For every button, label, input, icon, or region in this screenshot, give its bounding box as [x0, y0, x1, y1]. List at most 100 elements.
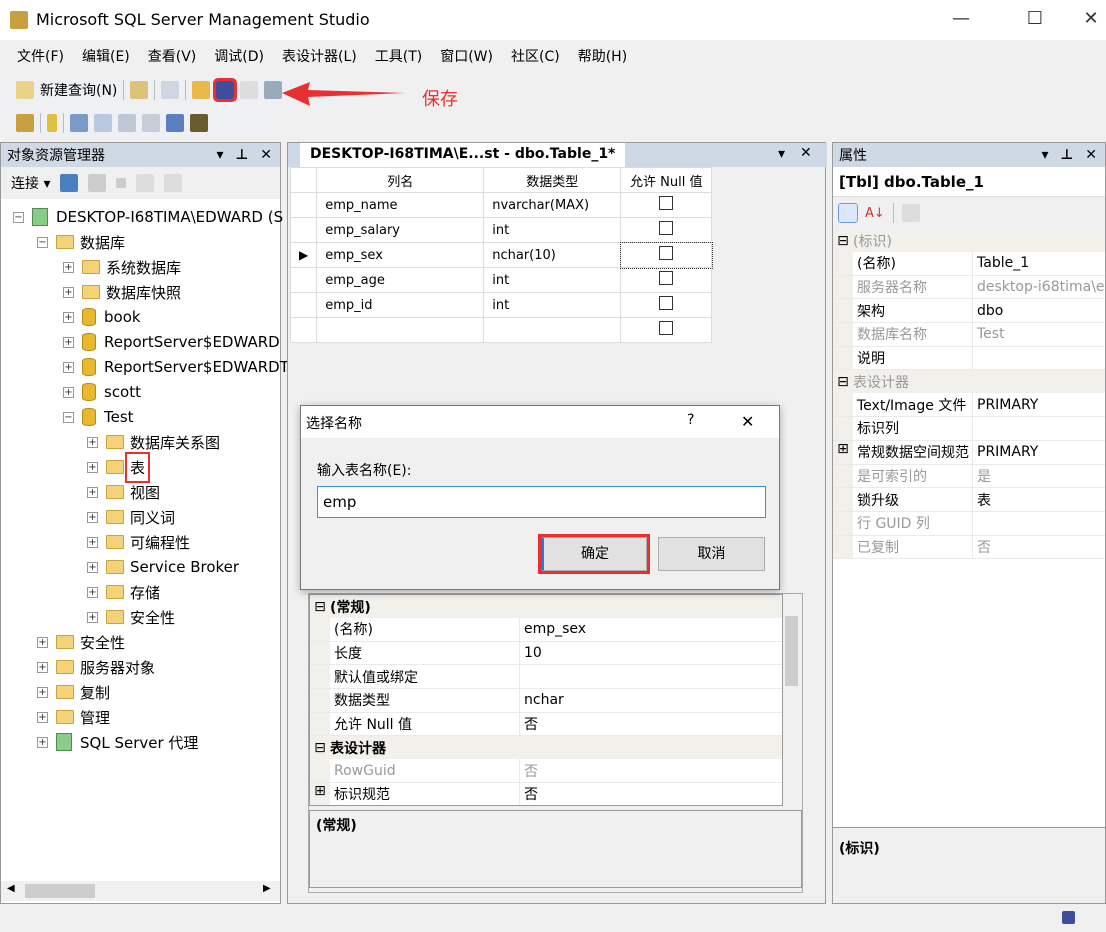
filter-icon[interactable] [136, 174, 155, 192]
expand-icon[interactable]: + [87, 611, 98, 623]
data-type-cell[interactable]: int [483, 217, 622, 243]
property-row[interactable]: 已复制否 [833, 535, 1105, 560]
collapse-icon[interactable]: − [63, 411, 74, 423]
stop-icon[interactable] [116, 178, 127, 188]
tree-node[interactable]: + 复制 [37, 680, 110, 704]
tree-node[interactable]: − Test [63, 405, 134, 429]
tree-node[interactable]: + SQL Server 代理 [37, 730, 198, 754]
tree-node[interactable]: + 存储 [87, 580, 160, 604]
property-pages-icon[interactable] [901, 204, 920, 222]
property-value[interactable]: 否 [520, 759, 538, 782]
tree-node[interactable]: + 管理 [37, 705, 110, 729]
property-value[interactable]: 否 [520, 783, 538, 805]
expand-icon[interactable]: + [37, 636, 48, 648]
property-value[interactable]: desktop-i68tima\e [973, 276, 1105, 299]
menu-item[interactable]: 帮助(H) [569, 40, 636, 72]
property-row[interactable]: 数据库名称 Test [833, 323, 1105, 347]
property-row[interactable]: ⊞ 标识规范否 [310, 783, 782, 805]
column-name-cell[interactable]: emp_age [316, 267, 485, 293]
expand-icon[interactable]: + [63, 286, 74, 298]
alphabetical-icon[interactable]: A↓ [865, 206, 885, 221]
expand-icon[interactable]: + [63, 261, 74, 273]
property-value[interactable]: 否 [973, 536, 991, 559]
tree-node[interactable]: + 系统数据库 [63, 255, 181, 279]
data-type-cell[interactable] [483, 317, 622, 343]
menu-item[interactable]: 编辑(E) [73, 40, 139, 72]
expand-icon[interactable]: + [87, 436, 98, 448]
column-name-cell[interactable]: emp_salary [316, 217, 485, 243]
horizontal-scrollbar[interactable]: ◀ ▶ [1, 881, 280, 901]
property-value[interactable]: dbo [973, 299, 1003, 322]
minimize-button[interactable]: — [946, 8, 976, 29]
property-value[interactable]: 是 [973, 465, 991, 488]
property-row[interactable]: 是可索引的是 [833, 464, 1105, 489]
tab-dropdown-icon[interactable]: ▾ [778, 146, 785, 162]
refresh-icon[interactable] [164, 174, 183, 192]
property-row[interactable]: ⊞ 常规数据空间规范 PRIMARY [833, 440, 1105, 465]
expand-icon[interactable]: + [37, 711, 48, 723]
property-value[interactable] [973, 417, 977, 440]
property-value[interactable]: nchar [520, 689, 564, 712]
tree-node[interactable]: + book [63, 305, 141, 329]
row-selector[interactable]: ▶ [289, 242, 318, 268]
property-row[interactable]: 标识列 [833, 417, 1105, 441]
primary-key-icon[interactable] [47, 114, 57, 132]
property-value[interactable] [973, 347, 977, 370]
property-value[interactable] [520, 665, 524, 688]
property-row[interactable]: Text/Image 文件 PRIMARY [833, 393, 1105, 418]
tree-node[interactable]: − 数据库 [37, 230, 125, 254]
connect-button[interactable]: 连接 ▾ [11, 173, 50, 193]
property-value[interactable]: Test [973, 323, 1005, 346]
property-value[interactable] [973, 512, 977, 535]
expand-icon[interactable]: + [37, 661, 48, 673]
tree-node[interactable]: + 视图 [87, 480, 160, 504]
row-selector[interactable] [289, 217, 318, 243]
allow-null-checkbox[interactable] [659, 271, 674, 285]
close-button[interactable]: ✕ [1076, 8, 1106, 29]
menu-item[interactable]: 文件(F) [8, 40, 73, 72]
allow-null-cell[interactable] [620, 192, 713, 218]
property-row[interactable]: (名称) Table_1 [833, 252, 1105, 276]
dropdown-icon[interactable]: ▾ [216, 147, 223, 163]
tree-node[interactable]: + 可编程性 [87, 530, 190, 554]
expand-icon[interactable]: + [87, 536, 98, 548]
tree-node[interactable]: + 服务器对象 [37, 655, 155, 679]
allow-null-cell[interactable] [620, 217, 713, 243]
expand-icon[interactable]: + [37, 736, 48, 748]
allow-null-cell[interactable] [620, 267, 713, 293]
tree-node[interactable]: + 表 [87, 451, 151, 483]
property-row[interactable]: 说明 [833, 346, 1105, 371]
property-value[interactable]: PRIMARY [973, 393, 1038, 416]
cancel-button[interactable]: 取消 [658, 537, 765, 571]
dialog-close-button[interactable]: ✕ [741, 412, 754, 431]
document-tab[interactable]: DESKTOP-I68TIMA\E...st - dbo.Table_1* [300, 143, 626, 167]
tab-close-icon[interactable]: ✕ [800, 145, 812, 161]
row-selector[interactable] [289, 267, 318, 293]
allow-null-checkbox[interactable] [659, 196, 674, 210]
expand-icon[interactable]: + [87, 511, 98, 523]
column-row[interactable] [289, 317, 713, 343]
tree-node[interactable]: + 数据库快照 [63, 280, 181, 304]
property-value[interactable]: PRIMARY [973, 441, 1038, 464]
expand-icon[interactable]: + [87, 586, 98, 598]
row-selector[interactable] [289, 317, 318, 343]
allow-null-checkbox[interactable] [659, 296, 674, 310]
column-name-cell[interactable] [316, 317, 485, 343]
connect-icon[interactable] [60, 174, 79, 192]
allow-null-cell[interactable] [620, 317, 713, 343]
column-row[interactable]: emp_name nvarchar(MAX) [289, 192, 713, 218]
property-row[interactable]: 长度 10 [310, 641, 782, 666]
property-row[interactable]: 锁升级表 [833, 488, 1105, 512]
data-type-cell[interactable]: nvarchar(MAX) [483, 192, 622, 218]
close-icon[interactable]: ✕ [1085, 147, 1097, 163]
expand-icon[interactable]: + [87, 461, 98, 473]
collapse-icon[interactable]: − [13, 211, 24, 223]
menu-item[interactable]: 调试(D) [205, 40, 273, 72]
pin-icon[interactable]: ⊥ [1060, 147, 1073, 163]
property-value[interactable]: 否 [520, 713, 538, 736]
menu-item[interactable]: 窗口(W) [431, 40, 502, 72]
table-name-input[interactable] [317, 486, 766, 518]
spatial-index-icon[interactable] [190, 114, 208, 132]
property-row[interactable]: 数据类型 nchar [310, 689, 782, 713]
data-type-cell[interactable]: int [483, 292, 622, 318]
